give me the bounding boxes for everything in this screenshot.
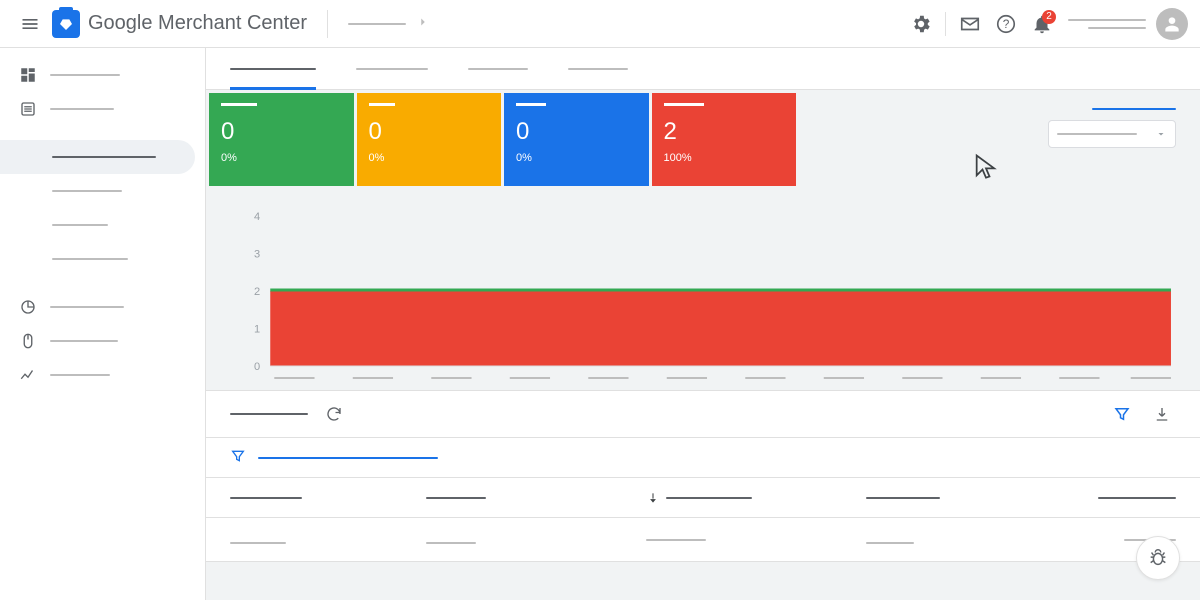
app-header: Google Merchant Center ? 2 (0, 0, 1200, 48)
issues-table-header (206, 478, 1200, 518)
merchant-tag-icon (52, 10, 80, 38)
sidebar-item-diagnostics[interactable] (0, 140, 195, 174)
breadcrumb[interactable] (348, 15, 430, 32)
col-header-3[interactable] (646, 491, 866, 505)
accent-line (1092, 108, 1176, 110)
chevron-right-icon (416, 15, 430, 32)
pie-icon (18, 298, 38, 316)
sidebar-sub-item-2[interactable] (0, 174, 205, 208)
account-switcher[interactable] (1068, 8, 1188, 40)
sidebar-nav (0, 48, 206, 600)
sidebar-sub-item-3[interactable] (0, 208, 205, 242)
table-row[interactable] (206, 518, 1200, 562)
hamburger-menu-button[interactable] (12, 6, 48, 42)
help-icon[interactable]: ? (988, 6, 1024, 42)
mouse-cursor-icon (972, 152, 1000, 180)
caret-down-icon (1155, 128, 1167, 140)
y-tick-3: 3 (254, 249, 260, 261)
settings-gear-icon[interactable] (903, 6, 939, 42)
filter-chip-label[interactable] (258, 457, 438, 459)
status-tile-active[interactable]: 0 0% (209, 93, 354, 186)
mail-icon[interactable] (952, 6, 988, 42)
sidebar-item-performance[interactable] (0, 358, 205, 392)
sidebar-item-products[interactable] (0, 92, 205, 126)
status-over-time-chart: 0 1 2 3 4 (206, 186, 1200, 402)
status-tile-expiring[interactable]: 0 0% (357, 93, 502, 186)
app-logo[interactable]: Google Merchant Center (52, 10, 307, 38)
col-header-4[interactable] (866, 497, 1066, 499)
list-icon (18, 100, 38, 118)
mouse-icon (18, 332, 38, 350)
status-tile-pending[interactable]: 0 0% (504, 93, 649, 186)
dashboard-icon (18, 66, 38, 84)
y-tick-2: 2 (254, 286, 260, 298)
active-filter-row (206, 438, 1200, 478)
sidebar-item-overview[interactable] (0, 58, 205, 92)
tab-3[interactable] (468, 48, 528, 90)
y-tick-0: 0 (254, 361, 260, 373)
filter-chip-icon[interactable] (230, 448, 246, 467)
sidebar-item-reports2[interactable] (0, 324, 205, 358)
y-tick-1: 1 (254, 324, 260, 336)
sidebar-item-reports1[interactable] (0, 290, 205, 324)
trend-icon (18, 366, 38, 384)
tab-2[interactable] (356, 48, 428, 90)
svg-text:?: ? (1003, 17, 1010, 31)
status-tile-row: 0 0% 0 0% 0 0% 2 (206, 90, 796, 186)
refresh-button[interactable] (320, 400, 348, 428)
avatar[interactable] (1156, 8, 1188, 40)
download-button[interactable] (1148, 400, 1176, 428)
col-header-2[interactable] (426, 497, 646, 499)
tab-1[interactable] (230, 48, 316, 90)
sidebar-sub-item-4[interactable] (0, 242, 205, 276)
divider (945, 12, 946, 36)
tab-4[interactable] (568, 48, 628, 90)
filter-button[interactable] (1108, 400, 1136, 428)
series-disapproved (270, 291, 1171, 366)
sort-desc-icon (646, 491, 660, 505)
app-title: Google Merchant Center (88, 12, 307, 35)
toolbar-title (230, 413, 308, 415)
divider (327, 10, 328, 38)
col-header-1[interactable] (206, 497, 426, 499)
notification-badge: 2 (1042, 10, 1056, 24)
notifications-bell-icon[interactable]: 2 (1024, 6, 1060, 42)
y-tick-4: 4 (254, 211, 260, 223)
tab-bar (206, 48, 1200, 90)
series-active (270, 289, 1171, 292)
col-header-5[interactable] (1066, 497, 1200, 499)
feedback-bug-button[interactable] (1136, 536, 1180, 580)
date-range-select[interactable] (1048, 120, 1176, 148)
main-content: 0 0% 0 0% 0 0% 2 (206, 48, 1200, 600)
chart-controls (796, 90, 1200, 186)
status-tile-disapproved[interactable]: 2 100% (652, 93, 797, 186)
